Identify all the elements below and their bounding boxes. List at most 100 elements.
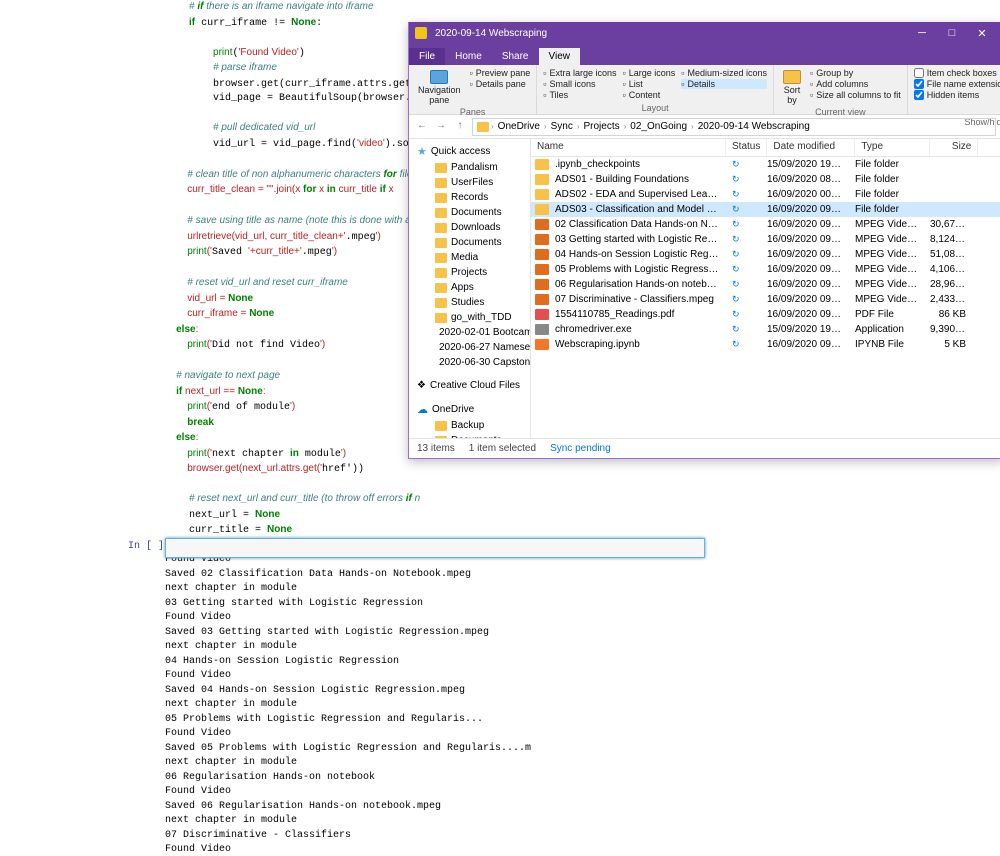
nav-item[interactable]: Backup: [409, 418, 530, 433]
file-row[interactable]: ADS03 - Classification and Model Selecti…: [531, 202, 1000, 217]
breadcrumb-item[interactable]: OneDrive: [496, 121, 542, 132]
details-option[interactable]: ▫ Details: [681, 79, 767, 89]
titlebar[interactable]: 2020-09-14 Webscraping ─ □ ✕: [409, 22, 1000, 44]
video-icon: [535, 279, 549, 290]
nav-item[interactable]: 2020-02-01 Bootcamp: [409, 325, 530, 340]
folder-icon: [535, 189, 549, 200]
breadcrumb[interactable]: ›OneDrive›Sync›Projects›02_OnGoing›2020-…: [472, 118, 996, 136]
breadcrumb-item[interactable]: 2020-09-14 Webscraping: [696, 121, 812, 132]
tab-home[interactable]: Home: [445, 48, 492, 65]
file-row[interactable]: 07 Discriminative - Classifiers.mpeg↻16/…: [531, 292, 1000, 307]
content-option[interactable]: ▫ Content: [623, 90, 676, 100]
file-row[interactable]: chromedriver.exe↻15/09/2020 19:17Applica…: [531, 322, 1000, 337]
nav-item[interactable]: Projects: [409, 265, 530, 280]
navigation-pane[interactable]: ★ Quick accessPandalismUserFilesRecordsD…: [409, 139, 531, 438]
file-row[interactable]: .ipynb_checkpoints↻15/09/2020 19:20File …: [531, 157, 1000, 172]
nav-item[interactable]: Pandalism: [409, 160, 530, 175]
file-row[interactable]: 03 Getting started with Logistic Regress…: [531, 232, 1000, 247]
preview-pane-button[interactable]: ▫ Preview pane: [470, 68, 531, 78]
minimize-button[interactable]: ─: [908, 24, 936, 42]
maximize-button[interactable]: □: [938, 24, 966, 42]
selection-count: 1 item selected: [469, 443, 536, 454]
file-row[interactable]: 06 Regularisation Hands-on notebook.m...…: [531, 277, 1000, 292]
back-button[interactable]: ←: [415, 120, 429, 134]
hidden-items-toggle[interactable]: Hidden items: [914, 90, 1000, 100]
file-explorer-window: 2020-09-14 Webscraping ─ □ ✕ File Home S…: [408, 22, 1000, 459]
ipynb-icon: [535, 339, 549, 350]
extra-large-icons-option[interactable]: ▫ Extra large icons: [543, 68, 616, 78]
folder-icon: [415, 27, 427, 39]
pdf-icon: [535, 309, 549, 320]
details-pane-button[interactable]: ▫ Details pane: [470, 79, 531, 89]
tab-view[interactable]: View: [539, 48, 581, 65]
video-icon: [535, 249, 549, 260]
breadcrumb-item[interactable]: Projects: [582, 121, 622, 132]
add-columns-button[interactable]: ▫ Add columns: [810, 79, 901, 89]
size-all-columns-button[interactable]: ▫ Size all columns to fit: [810, 90, 901, 100]
column-headers[interactable]: Name Status Date modified Type Size: [531, 139, 1000, 157]
file-row[interactable]: ADS02 - EDA and Supervised Learning↻16/0…: [531, 187, 1000, 202]
file-row[interactable]: 02 Classification Data Hands-on Notebo..…: [531, 217, 1000, 232]
input-prompt: In [ ]:: [128, 541, 170, 552]
nav-item[interactable]: Media: [409, 250, 530, 265]
file-row[interactable]: Webscraping.ipynb↻16/09/2020 09:07IPYNB …: [531, 337, 1000, 352]
navigation-pane-button[interactable]: Navigation pane: [415, 68, 464, 107]
folder-icon: [535, 159, 549, 170]
nav-item[interactable]: Documents: [409, 205, 530, 220]
nav-item[interactable]: go_with_TDD: [409, 310, 530, 325]
col-status[interactable]: Status: [726, 139, 767, 156]
close-button[interactable]: ✕: [968, 24, 996, 42]
medium-icons-option[interactable]: ▫ Medium-sized icons: [681, 68, 767, 78]
nav-group[interactable]: ★ Quick access: [409, 143, 530, 160]
col-name[interactable]: Name: [531, 139, 726, 156]
nav-group[interactable]: ☁ OneDrive: [409, 401, 530, 418]
nav-item[interactable]: Studies: [409, 295, 530, 310]
tab-share[interactable]: Share: [492, 48, 539, 65]
col-size[interactable]: Size: [930, 139, 978, 156]
empty-code-cell[interactable]: [165, 538, 705, 558]
nav-item[interactable]: Downloads: [409, 220, 530, 235]
folder-icon: [477, 122, 489, 132]
nav-group[interactable]: ❖ Creative Cloud Files: [409, 378, 530, 393]
file-view: Name Status Date modified Type Size .ipy…: [531, 139, 1000, 438]
forward-button[interactable]: →: [434, 120, 448, 134]
file-row[interactable]: 1554110785_Readings.pdf↻16/09/2020 09:07…: [531, 307, 1000, 322]
file-name-extensions-toggle[interactable]: File name extensions: [914, 79, 1000, 89]
tiles-option[interactable]: ▫ Tiles: [543, 90, 616, 100]
nav-item[interactable]: UserFiles: [409, 175, 530, 190]
list-option[interactable]: ▫ List: [623, 79, 676, 89]
col-type[interactable]: Type: [855, 139, 930, 156]
nav-item[interactable]: Apps: [409, 280, 530, 295]
up-button[interactable]: ↑: [453, 120, 467, 134]
tab-file[interactable]: File: [409, 48, 445, 65]
large-icons-option[interactable]: ▫ Large icons: [623, 68, 676, 78]
file-row[interactable]: 05 Problems with Logistic Regression an.…: [531, 262, 1000, 277]
exe-icon: [535, 324, 549, 335]
item-check-boxes-toggle[interactable]: Item check boxes: [914, 68, 1000, 78]
file-row[interactable]: 04 Hands-on Session Logistic Regression.…: [531, 247, 1000, 262]
layout-group-label: Layout: [543, 103, 767, 113]
status-bar: 13 items 1 item selected Sync pending: [409, 438, 1000, 458]
file-list[interactable]: .ipynb_checkpoints↻15/09/2020 19:20File …: [531, 157, 1000, 438]
item-count: 13 items: [417, 443, 455, 454]
window-title: 2020-09-14 Webscraping: [435, 28, 547, 39]
video-icon: [535, 294, 549, 305]
nav-item[interactable]: 2020-06-27 Nameserver setup: [409, 340, 530, 355]
video-icon: [535, 234, 549, 245]
col-date[interactable]: Date modified: [767, 139, 855, 156]
nav-item[interactable]: Documents: [409, 235, 530, 250]
video-icon: [535, 219, 549, 230]
nav-item[interactable]: 2020-06-30 Capstone Project: [409, 355, 530, 370]
cell-output: 02 Classification Data Hands-on Notebook…: [0, 539, 1000, 856]
folder-icon: [535, 174, 549, 185]
address-bar: ← → ↑ ›OneDrive›Sync›Projects›02_OnGoing…: [409, 115, 1000, 139]
breadcrumb-item[interactable]: Sync: [549, 121, 575, 132]
nav-item[interactable]: Records: [409, 190, 530, 205]
file-row[interactable]: ADS01 - Building Foundations↻16/09/2020 …: [531, 172, 1000, 187]
sort-by-button[interactable]: Sort by: [780, 68, 804, 107]
video-icon: [535, 264, 549, 275]
breadcrumb-item[interactable]: 02_OnGoing: [628, 121, 689, 132]
small-icons-option[interactable]: ▫ Small icons: [543, 79, 616, 89]
group-by-button[interactable]: ▫ Group by: [810, 68, 901, 78]
folder-icon: [535, 204, 549, 215]
